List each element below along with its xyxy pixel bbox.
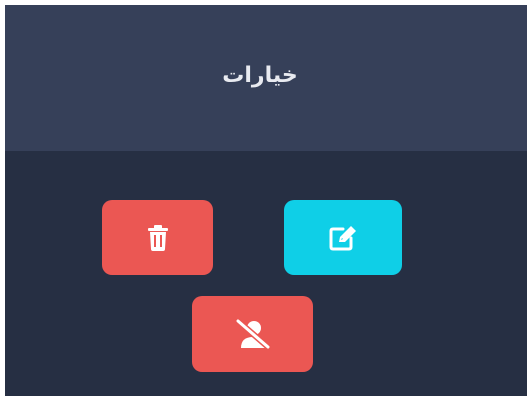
block-user-button[interactable] [192,296,313,372]
options-header: خيارات [5,5,527,151]
options-panel: خيارات [5,5,527,396]
trash-icon [147,224,169,251]
options-title: خيارات [222,62,298,88]
edit-icon [329,225,357,251]
delete-button[interactable] [102,200,213,275]
user-slash-icon [234,319,271,349]
edit-button[interactable] [284,200,402,275]
